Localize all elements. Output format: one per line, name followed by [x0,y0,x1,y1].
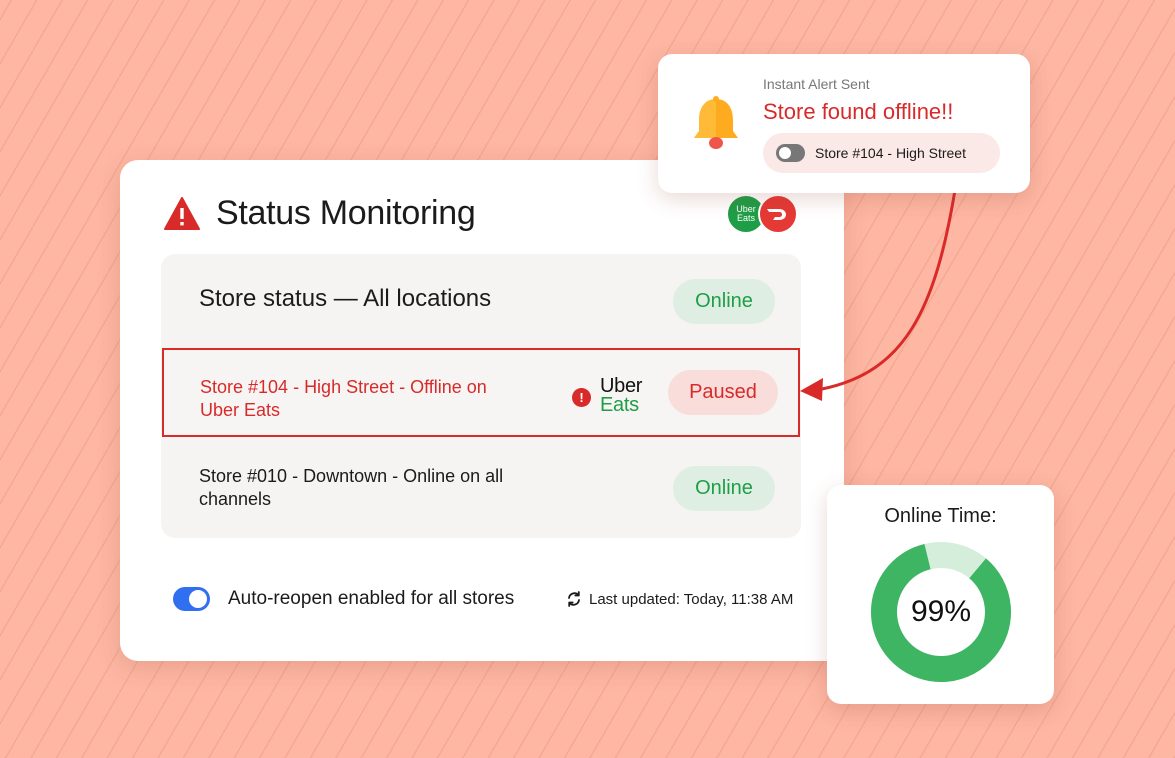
page-title: Status Monitoring [216,194,476,232]
delivery-brands: Uber Eats [726,194,802,234]
auto-reopen-toggle[interactable] [173,587,210,611]
instant-alert-popup[interactable]: Instant Alert Sent Store found offline!!… [658,54,1030,193]
store-toggle[interactable] [776,144,805,162]
online-time-title: Online Time: [884,505,997,527]
status-badge-paused: Paused [668,370,778,415]
online-time-value: 99% [910,595,972,628]
store-chip[interactable]: Store #104 - High Street [763,133,1000,173]
auto-reopen-label: Auto-reopen enabled for all stores [228,588,515,609]
channel-name-bottom: Eats [600,394,639,416]
row-label: Store #104 - High Street - Offline on Ub… [200,377,487,420]
row-label: Store #010 - Downtown - Online on all ch… [199,466,504,509]
list-item-all-locations[interactable]: Store status — All locations Online [161,254,801,348]
status-badge-online: Online [673,466,775,511]
store-status-list: Store status — All locations Online Stor… [161,254,801,538]
store-chip-label: Store #104 - High Street [815,145,966,161]
online-time-card: Online Time: 99% [827,485,1054,704]
list-item-store-010[interactable]: Store #010 - Downtown - Online on all ch… [161,441,801,535]
bell-icon [694,96,738,149]
status-badge-online: Online [673,279,775,324]
refresh-icon[interactable] [565,590,583,608]
uber-eats-wordmark-icon: Uber Eats [600,376,642,416]
card-header: Status Monitoring [164,194,476,233]
alert-subtitle: Instant Alert Sent [763,76,870,92]
list-item-store-104[interactable]: Store #104 - High Street - Offline on Ub… [162,348,800,437]
status-monitoring-card: Status Monitoring Uber Eats Store status… [120,160,844,661]
last-updated-text: Last updated: Today, 11:38 AM [589,591,794,608]
warning-icon [164,196,200,230]
doordash-logo-icon [758,194,798,234]
alert-title: Store found offline!! [763,99,954,124]
error-icon: ! [572,388,591,407]
row-label: Store status — All locations [199,285,492,312]
